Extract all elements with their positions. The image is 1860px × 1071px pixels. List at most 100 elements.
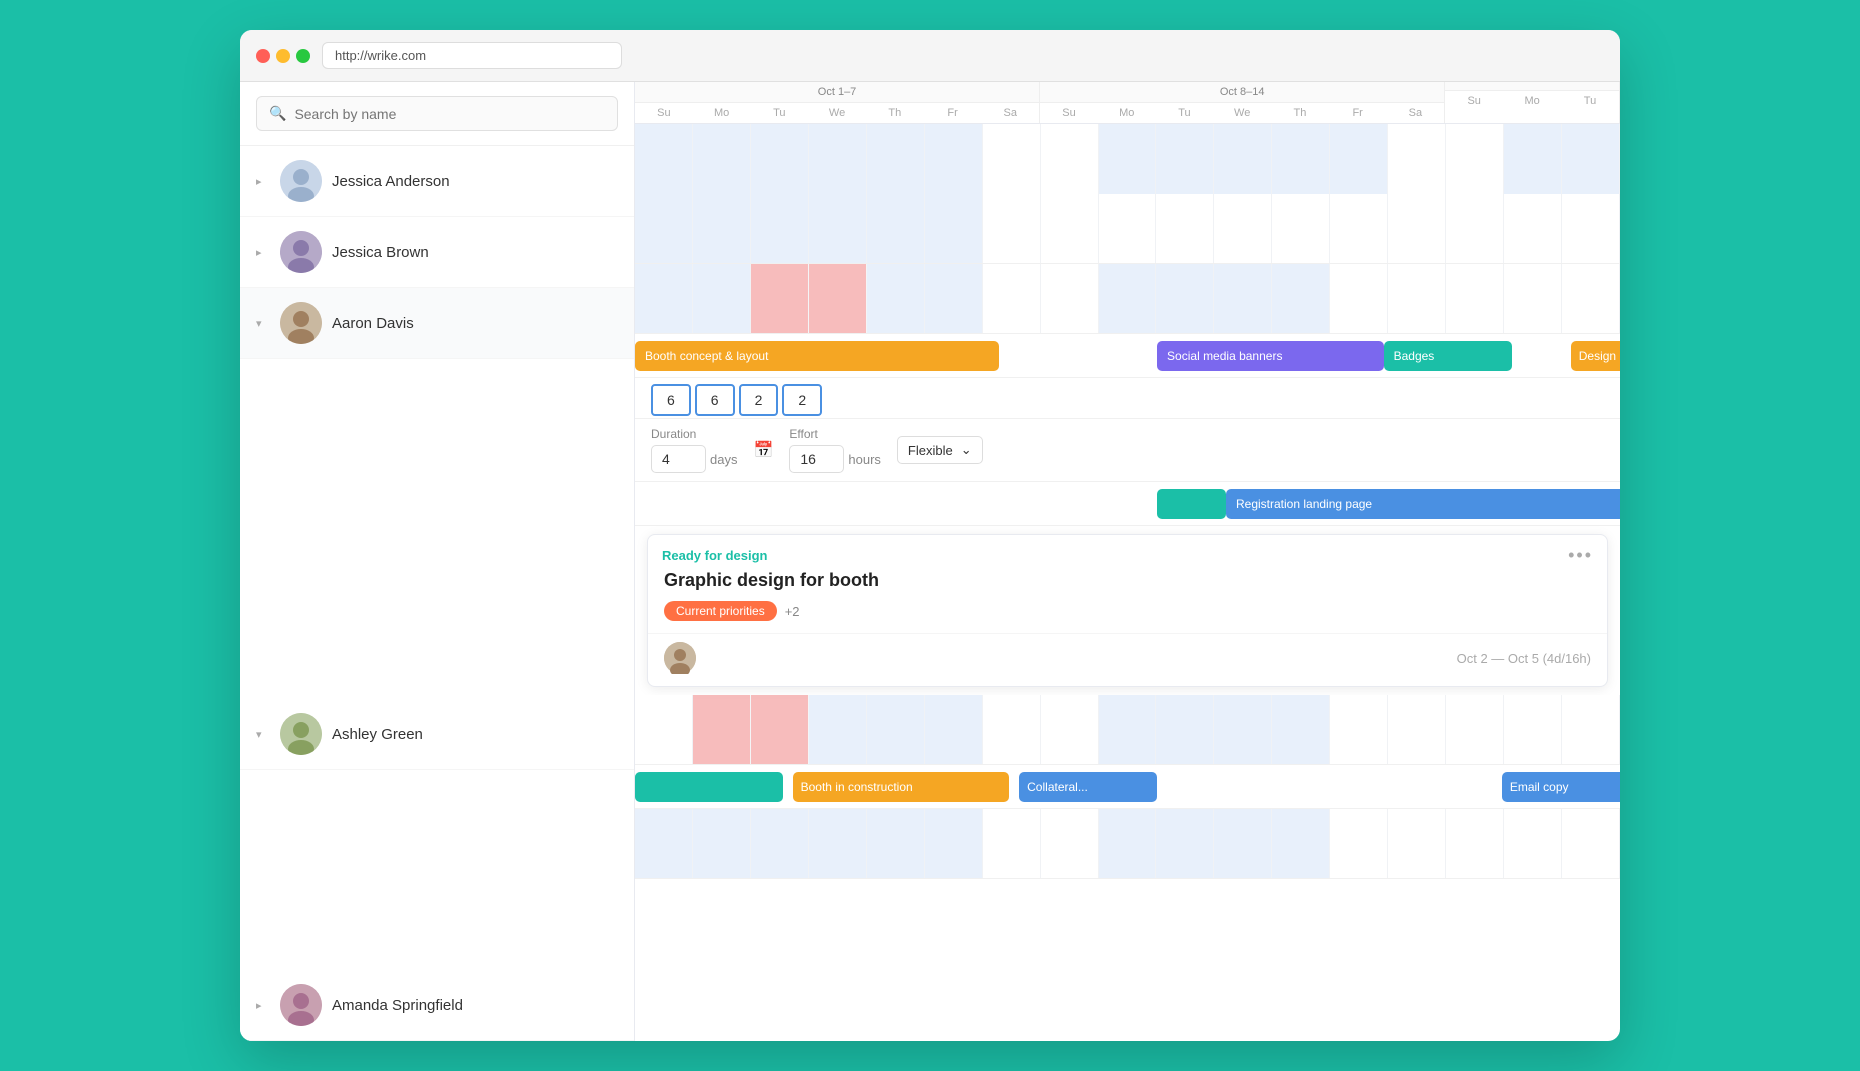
search-input-wrap[interactable]: 🔍 — [256, 96, 618, 131]
list-item[interactable]: ▸ Jessica Brown — [240, 217, 634, 288]
day-label: We — [1213, 103, 1271, 123]
avatar — [280, 231, 322, 273]
day-label: Th — [866, 103, 924, 123]
chevron-right-icon: ▸ — [256, 246, 270, 259]
week-group-1: Oct 1–7 Su Mo Tu We Th Fr Sa — [635, 82, 1040, 123]
chevron-right-icon: ▸ — [256, 175, 270, 188]
week-label: Oct 8–14 — [1040, 82, 1444, 103]
day-label: We — [808, 103, 866, 123]
person-name: Aaron Davis — [332, 315, 414, 332]
calendar-header: Oct 1–7 Su Mo Tu We Th Fr Sa Oct 8–14 — [635, 82, 1620, 124]
booth-concept-bar[interactable]: Booth concept & layout — [635, 341, 999, 371]
person-name: Ashley Green — [332, 726, 423, 743]
avatar — [280, 984, 322, 1026]
list-item[interactable]: ▸ Amanda Springfield — [240, 970, 634, 1041]
avatar — [280, 713, 322, 755]
calendar-body: Booth concept & layout Social media bann… — [635, 124, 1620, 1041]
tag-chip[interactable]: Current priorities — [664, 601, 777, 621]
person-name: Jessica Anderson — [332, 173, 450, 190]
app-body: 🔍 ▸ Jessica Anderson ▸ — [240, 82, 1620, 1041]
day-labels: Su Mo Tu We Th Fr Sa — [1040, 103, 1444, 123]
calendar-icon[interactable]: 📅 — [753, 440, 773, 460]
day-label: Tu — [1156, 103, 1214, 123]
popup-status[interactable]: Ready for design — [662, 548, 767, 563]
avatar — [280, 302, 322, 344]
popup-date: Oct 2 — Oct 5 (4d/16h) — [1457, 651, 1591, 666]
day-label: Sa — [1387, 103, 1445, 123]
week-group-2: Oct 8–14 Su Mo Tu We Th Fr Sa — [1040, 82, 1445, 123]
url-bar[interactable]: http://wrike.com — [322, 42, 622, 69]
badges-bar[interactable]: Badges — [1384, 341, 1512, 371]
day-label: Sa — [981, 103, 1039, 123]
effort-unit: hours — [848, 452, 881, 467]
chevron-right-icon: ▸ — [256, 999, 270, 1012]
capacity-box-4[interactable]: 2 — [782, 384, 822, 416]
registration-bar[interactable]: Registration landing page — [1226, 489, 1620, 519]
capacity-box-1[interactable]: 6 — [651, 384, 691, 416]
capacity-box-2[interactable]: 6 — [695, 384, 735, 416]
search-bar: 🔍 — [240, 82, 634, 146]
email-copy-bar[interactable]: Email copy — [1502, 772, 1620, 802]
avatar — [280, 160, 322, 202]
list-item[interactable]: ▾ Ashley Green — [240, 699, 634, 770]
task-popup-card: Ready for design ••• Graphic design for … — [647, 534, 1608, 687]
ashley-bar-1[interactable] — [635, 772, 783, 802]
popup-more-button[interactable]: ••• — [1568, 545, 1593, 566]
popup-task-name: Graphic design for booth — [648, 570, 1607, 601]
list-item[interactable]: ▸ Jessica Anderson — [240, 146, 634, 217]
effort-section: Effort hours — [789, 427, 881, 473]
duration-section: Duration days — [651, 427, 737, 473]
small-teal-bar — [1157, 489, 1226, 519]
browser-dots — [256, 49, 310, 63]
day-label: Fr — [924, 103, 982, 123]
list-item[interactable]: ▾ Aaron Davis — [240, 288, 634, 359]
calendar-area: Oct 1–7 Su Mo Tu We Th Fr Sa Oct 8–14 — [635, 82, 1620, 1041]
day-label: Su — [1445, 91, 1503, 111]
search-input[interactable] — [294, 106, 605, 122]
cal-row-adavis: Booth concept & layout Social media bann… — [635, 264, 1620, 687]
week-group-3: Su Mo Tu — [1445, 82, 1620, 123]
assignee-avatar — [664, 642, 696, 674]
week-label — [1445, 82, 1619, 91]
person-name: Jessica Brown — [332, 244, 429, 261]
day-labels: Su Mo Tu We Th Fr Sa — [635, 103, 1039, 123]
cal-row-jbrown — [635, 194, 1620, 264]
browser-toolbar: http://wrike.com — [240, 30, 1620, 82]
chevron-down-icon: ▾ — [256, 728, 270, 741]
day-label: Th — [1271, 103, 1329, 123]
social-media-bar[interactable]: Social media banners — [1157, 341, 1384, 371]
day-labels: Su Mo Tu — [1445, 91, 1619, 111]
day-label: Tu — [1561, 91, 1619, 111]
day-label: Mo — [1503, 91, 1561, 111]
maximize-dot[interactable] — [296, 49, 310, 63]
duration-unit: days — [710, 452, 737, 467]
effort-input[interactable] — [789, 445, 844, 473]
aaron-expanded-space — [240, 359, 634, 699]
cal-row-aspringfield — [635, 809, 1620, 879]
close-dot[interactable] — [256, 49, 270, 63]
day-label: Tu — [750, 103, 808, 123]
chevron-down-icon: ⌄ — [961, 442, 972, 458]
popup-tags: Current priorities +2 — [648, 601, 1607, 633]
flexible-dropdown[interactable]: Flexible ⌄ — [897, 436, 983, 464]
duration-input[interactable] — [651, 445, 706, 473]
minimize-dot[interactable] — [276, 49, 290, 63]
booth-construction-bar[interactable]: Booth in construction — [793, 772, 1010, 802]
sidebar: 🔍 ▸ Jessica Anderson ▸ — [240, 82, 635, 1041]
collateral-bar[interactable]: Collateral... — [1019, 772, 1157, 802]
week-label: Oct 1–7 — [635, 82, 1039, 103]
person-list: ▸ Jessica Anderson ▸ Jessica Brown — [240, 146, 634, 1041]
day-label: Fr — [1329, 103, 1387, 123]
chevron-down-icon: ▾ — [256, 317, 270, 330]
search-icon: 🔍 — [269, 105, 286, 122]
cal-row-janderson — [635, 124, 1620, 194]
day-label: Mo — [693, 103, 751, 123]
design-bar[interactable]: Design — [1571, 341, 1620, 371]
day-label: Mo — [1098, 103, 1156, 123]
capacity-box-3[interactable]: 2 — [739, 384, 779, 416]
person-name: Amanda Springfield — [332, 997, 463, 1014]
tag-more: +2 — [785, 604, 800, 619]
popup-bottom: Oct 2 — Oct 5 (4d/16h) — [648, 633, 1607, 686]
day-label: Su — [1040, 103, 1098, 123]
browser-window: http://wrike.com 🔍 ▸ Jessica — [240, 30, 1620, 1041]
